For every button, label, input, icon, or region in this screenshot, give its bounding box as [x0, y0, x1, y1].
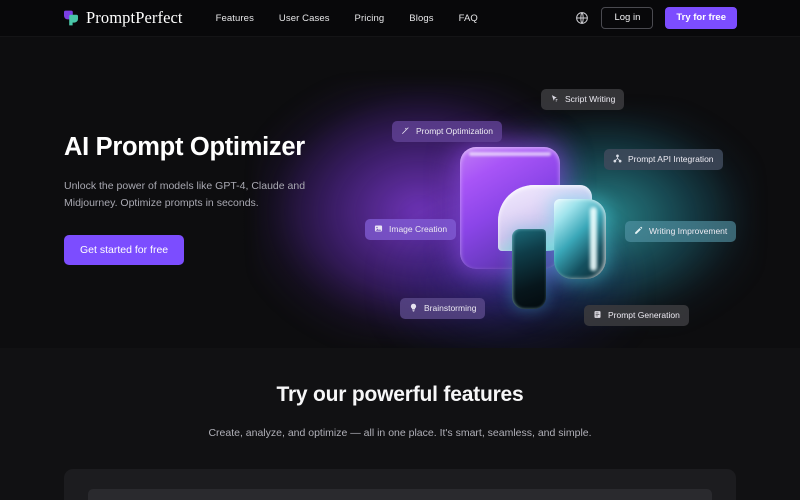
- get-started-button[interactable]: Get started for free: [64, 234, 185, 266]
- pill-writing-improvement[interactable]: Writing Improvement: [625, 221, 737, 242]
- pill-prompt-generation[interactable]: Prompt Generation: [584, 305, 689, 326]
- pill-label: Script Writing: [565, 94, 616, 104]
- primary-nav: Features User Cases Pricing Blogs FAQ: [216, 13, 478, 24]
- brand-name: PromptPerfect: [86, 8, 183, 27]
- nav-link-blogs[interactable]: Blogs: [409, 13, 433, 24]
- features-section: Try our powerful features Create, analyz…: [0, 348, 800, 500]
- features-card: [64, 469, 736, 500]
- pill-prompt-api-integration[interactable]: Prompt API Integration: [604, 149, 723, 170]
- magic-wand-icon: [401, 126, 410, 137]
- nav-link-faq[interactable]: FAQ: [459, 13, 478, 24]
- hero-section: Script Writing Prompt Optimization Promp…: [0, 37, 800, 348]
- pill-brainstorming[interactable]: Brainstorming: [400, 298, 486, 319]
- pill-label: Image Creation: [389, 224, 448, 234]
- pill-prompt-optimization[interactable]: Prompt Optimization: [392, 121, 502, 142]
- page-title: AI Prompt Optimizer: [64, 133, 305, 161]
- top-navbar: PromptPerfect Features User Cases Pricin…: [0, 0, 800, 37]
- pill-label: Prompt Generation: [608, 310, 680, 320]
- globe-icon[interactable]: [575, 11, 589, 25]
- pencil-edit-icon: [634, 226, 643, 237]
- nav-link-user-cases[interactable]: User Cases: [279, 13, 330, 24]
- network-node-icon: [613, 154, 622, 165]
- login-button[interactable]: Log in: [601, 7, 654, 29]
- try-for-free-button[interactable]: Try for free: [665, 7, 737, 29]
- promptperfect-logo-mark: [63, 10, 79, 26]
- pill-label: Writing Improvement: [649, 226, 728, 236]
- navbar-actions: Log in Try for free: [575, 7, 737, 29]
- pill-script-writing[interactable]: Script Writing: [541, 89, 625, 110]
- pill-label: Prompt Optimization: [416, 126, 493, 136]
- brand-logo[interactable]: PromptPerfect: [63, 8, 183, 28]
- cursor-click-icon: [550, 94, 559, 105]
- pill-label: Prompt API Integration: [628, 154, 714, 164]
- features-title: Try our powerful features: [276, 383, 524, 406]
- hero-copy: AI Prompt Optimizer Unlock the power of …: [64, 133, 364, 266]
- hero-subtitle: Unlock the power of models like GPT-4, C…: [64, 180, 306, 210]
- document-icon: [593, 310, 602, 321]
- image-icon: [374, 224, 383, 235]
- features-card-inner-panel: [88, 489, 712, 500]
- nav-link-pricing[interactable]: Pricing: [355, 13, 385, 24]
- features-subtitle: Create, analyze, and optimize — all in o…: [208, 427, 592, 439]
- page-root: PromptPerfect Features User Cases Pricin…: [0, 0, 800, 500]
- pill-label: Brainstorming: [424, 303, 477, 313]
- nav-link-features[interactable]: Features: [216, 13, 254, 24]
- pill-image-creation[interactable]: Image Creation: [365, 219, 457, 240]
- lightbulb-icon: [409, 303, 418, 314]
